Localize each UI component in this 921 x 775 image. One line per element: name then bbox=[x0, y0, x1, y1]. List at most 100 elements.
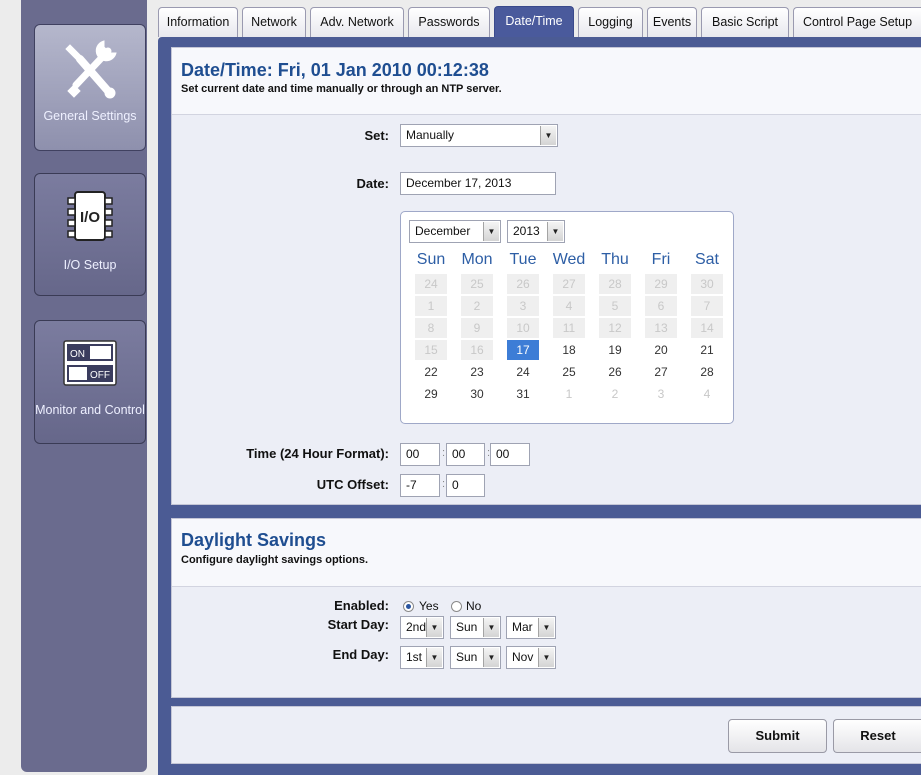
start-day-label: Start Day: bbox=[327, 617, 389, 632]
tab-basic-script[interactable]: Basic Script bbox=[701, 7, 789, 37]
end-week-select[interactable]: 1st ▼ bbox=[400, 646, 444, 669]
calendar-month-value: December bbox=[415, 224, 471, 238]
calendar-day[interactable]: 24 bbox=[507, 362, 539, 382]
calendar-day[interactable]: 2 bbox=[599, 384, 631, 404]
general-settings-button[interactable]: General Settings bbox=[34, 24, 146, 151]
io-setup-button[interactable]: I/O I/O Setup bbox=[34, 173, 146, 296]
tab-passwords[interactable]: Passwords bbox=[408, 7, 490, 37]
calendar-day[interactable]: 20 bbox=[645, 340, 677, 360]
off-text: OFF bbox=[90, 370, 110, 381]
calendar-day[interactable]: 12 bbox=[599, 318, 631, 338]
calendar-day[interactable]: 7 bbox=[691, 296, 723, 316]
start-weekday-value: Sun bbox=[456, 620, 478, 634]
enabled-no-radio[interactable] bbox=[451, 601, 462, 612]
calendar-day[interactable]: 29 bbox=[415, 384, 447, 404]
calendar-day[interactable]: 6 bbox=[645, 296, 677, 316]
calendar-day[interactable]: 4 bbox=[553, 296, 585, 316]
start-month-select[interactable]: Mar ▼ bbox=[506, 616, 556, 639]
calendar-day[interactable]: 18 bbox=[553, 340, 585, 360]
calendar-day[interactable]: 28 bbox=[691, 362, 723, 382]
monitor-control-label: Monitor and Control bbox=[35, 403, 145, 417]
chevron-down-icon: ▼ bbox=[483, 648, 499, 667]
calendar-day[interactable]: 5 bbox=[599, 296, 631, 316]
calendar-day[interactable]: 25 bbox=[461, 274, 493, 294]
daylight-savings-panel: Daylight Savings Configure daylight savi… bbox=[171, 518, 921, 698]
chip-icon-text: I/O bbox=[80, 209, 100, 226]
weekday-label: Sun bbox=[416, 251, 446, 268]
utc-hour-input[interactable]: -7 bbox=[400, 474, 440, 497]
calendar-day[interactable]: 31 bbox=[507, 384, 539, 404]
weekday-label: Fri bbox=[651, 251, 671, 268]
calendar-day[interactable]: 1 bbox=[553, 384, 585, 404]
tab-information[interactable]: Information bbox=[158, 7, 238, 37]
calendar-day[interactable]: 14 bbox=[691, 318, 723, 338]
weekday-label: Sat bbox=[694, 251, 719, 268]
time-minute-input[interactable]: 00 bbox=[446, 443, 485, 466]
wrench-screwdriver-icon bbox=[65, 40, 117, 99]
calendar-day[interactable]: 30 bbox=[691, 274, 723, 294]
calendar-day[interactable]: 28 bbox=[599, 274, 631, 294]
chevron-down-icon: ▼ bbox=[483, 618, 499, 637]
end-day-label: End Day: bbox=[332, 647, 389, 662]
start-weekday-select[interactable]: Sun ▼ bbox=[450, 616, 501, 639]
tab-datetime[interactable]: Date/Time bbox=[494, 6, 574, 37]
end-weekday-select[interactable]: Sun ▼ bbox=[450, 646, 501, 669]
chevron-down-icon: ▼ bbox=[540, 126, 556, 145]
date-picker-calendar: December ▼ 2013 ▼ Sun Mon Tue Wed Thu Fri Sat … bbox=[400, 211, 734, 424]
time-second-input[interactable]: 00 bbox=[490, 443, 530, 466]
monitor-control-button[interactable]: ON OFF Monitor and Control bbox=[34, 320, 146, 444]
calendar-day[interactable]: 4 bbox=[691, 384, 723, 404]
tab-network[interactable]: Network bbox=[242, 7, 306, 37]
tab-logging[interactable]: Logging bbox=[578, 7, 643, 37]
calendar-day[interactable]: 3 bbox=[507, 296, 539, 316]
calendar-day[interactable]: 1 bbox=[415, 296, 447, 316]
calendar-day[interactable]: 30 bbox=[461, 384, 493, 404]
calendar-day[interactable]: 22 bbox=[415, 362, 447, 382]
time-separator: : bbox=[442, 447, 446, 459]
time-hour-input[interactable]: 00 bbox=[400, 443, 440, 466]
start-week-select[interactable]: 2nd ▼ bbox=[400, 616, 444, 639]
calendar-year-value: 2013 bbox=[513, 224, 540, 238]
calendar-day[interactable]: 9 bbox=[461, 318, 493, 338]
utc-minute-input[interactable]: 0 bbox=[446, 474, 485, 497]
calendar-year-select[interactable]: 2013 ▼ bbox=[507, 220, 565, 243]
calendar-day[interactable]: 8 bbox=[415, 318, 447, 338]
general-settings-label: General Settings bbox=[43, 109, 137, 123]
calendar-day[interactable]: 11 bbox=[553, 318, 585, 338]
enabled-yes-radio[interactable] bbox=[403, 601, 414, 612]
end-month-select[interactable]: Nov ▼ bbox=[506, 646, 556, 669]
calendar-day[interactable]: 27 bbox=[645, 362, 677, 382]
date-input[interactable]: December 17, 2013 bbox=[400, 172, 556, 195]
calendar-day[interactable]: 15 bbox=[415, 340, 447, 360]
sidebar: General Settings I/O I/O Setup ON OFF Mo… bbox=[21, 0, 147, 772]
reset-button[interactable]: Reset bbox=[833, 719, 921, 753]
calendar-day[interactable]: 26 bbox=[507, 274, 539, 294]
calendar-day[interactable]: 13 bbox=[645, 318, 677, 338]
daylight-panel-header: Daylight Savings Configure daylight savi… bbox=[172, 519, 921, 587]
calendar-day[interactable]: 2 bbox=[461, 296, 493, 316]
calendar-day[interactable]: 25 bbox=[553, 362, 585, 382]
calendar-day[interactable]: 21 bbox=[691, 340, 723, 360]
calendar-day[interactable]: 19 bbox=[599, 340, 631, 360]
utc-offset-label: UTC Offset: bbox=[316, 477, 389, 492]
tab-adv-network[interactable]: Adv. Network bbox=[310, 7, 404, 37]
set-label: Set: bbox=[364, 128, 389, 143]
calendar-day[interactable]: 24 bbox=[415, 274, 447, 294]
datetime-subtitle: Set current date and time manually or th… bbox=[181, 83, 502, 95]
weekday-label: Tue bbox=[509, 251, 537, 268]
start-week-value: 2nd bbox=[406, 620, 427, 634]
submit-button[interactable]: Submit bbox=[728, 719, 827, 753]
calendar-day[interactable]: 27 bbox=[553, 274, 585, 294]
calendar-day[interactable]: 17 bbox=[507, 340, 539, 360]
calendar-day[interactable]: 16 bbox=[461, 340, 493, 360]
calendar-month-select[interactable]: December ▼ bbox=[409, 220, 501, 243]
calendar-day[interactable]: 10 bbox=[507, 318, 539, 338]
calendar-day[interactable]: 3 bbox=[645, 384, 677, 404]
tab-control-page-setup[interactable]: Control Page Setup bbox=[793, 7, 921, 37]
calendar-day[interactable]: 29 bbox=[645, 274, 677, 294]
set-mode-select[interactable]: Manually ▼ bbox=[400, 124, 558, 147]
calendar-day[interactable]: 23 bbox=[461, 362, 493, 382]
tab-events[interactable]: Events bbox=[647, 7, 697, 37]
calendar-day[interactable]: 26 bbox=[599, 362, 631, 382]
time-label: Time (24 Hour Format): bbox=[246, 446, 389, 461]
